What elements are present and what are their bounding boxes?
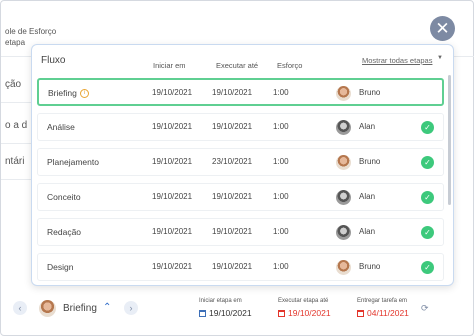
chevron-left-icon[interactable]: ‹ [13, 301, 27, 315]
background-row: ntári [1, 144, 35, 180]
check-circle-icon: ✓ [421, 261, 434, 274]
column-execute: Executar até [216, 61, 259, 70]
column-effort: Esforço [277, 61, 303, 70]
avatar [336, 86, 351, 101]
chevron-right-icon[interactable]: › [124, 301, 138, 315]
stage-execute: 19/10/2021 [212, 192, 253, 201]
refresh-icon[interactable]: ⟳ [421, 303, 429, 314]
stage-user: Alan [359, 122, 376, 131]
stage-row-conceito[interactable]: Conceito 19/10/2021 19/10/2021 1:00 Alan… [37, 183, 444, 211]
check-circle-icon: ✓ [421, 226, 434, 239]
avatar [336, 155, 351, 170]
avatar [336, 190, 351, 205]
stage-start: 19/10/2021 [152, 262, 193, 271]
calendar-icon [199, 310, 206, 317]
stage-effort: 1:00 [273, 227, 289, 236]
scrollbar[interactable] [448, 75, 451, 205]
background-title: ole de Esforço [5, 27, 57, 36]
stage-effort: 1:00 [273, 88, 289, 97]
stage-row-briefing[interactable]: Briefing i 19/10/2021 19/10/2021 1:00 Bru… [37, 78, 444, 106]
deliver-date[interactable]: 04/11/2021 [357, 308, 409, 318]
stage-name: Conceito [47, 192, 81, 202]
stage-start: 19/10/2021 [152, 227, 193, 236]
stage-effort: 1:00 [273, 262, 289, 271]
background-subtitle: etapa [5, 38, 26, 47]
flow-modal: Fluxo Iniciar em Executar até Esforço Mo… [31, 44, 454, 286]
column-start: Iniciar em [153, 61, 186, 70]
stage-user: Bruno [359, 262, 381, 271]
check-circle-icon: ✓ [421, 156, 434, 169]
stage-effort: 1:00 [273, 122, 289, 131]
avatar [39, 300, 56, 317]
stage-row-analise[interactable]: Análise 19/10/2021 19/10/2021 1:00 Alan … [37, 113, 444, 141]
flow-title: Fluxo [41, 55, 66, 66]
stage-row-redacao[interactable]: Redação 19/10/2021 19/10/2021 1:00 Alan … [37, 218, 444, 246]
check-circle-icon: ✓ [421, 121, 434, 134]
stage-start: 19/10/2021 [152, 122, 193, 131]
stage-execute: 19/10/2021 [212, 262, 253, 271]
stage-row-design[interactable]: Design 19/10/2021 19/10/2021 1:00 Bruno … [37, 253, 444, 281]
background-row: o a d [1, 108, 35, 144]
execute-date[interactable]: 19/10/2021 [278, 308, 331, 318]
stage-execute: 19/10/2021 [212, 88, 253, 97]
calendar-icon [278, 310, 285, 317]
stage-name: Design [47, 262, 74, 272]
stage-name: Briefing i [48, 80, 89, 106]
stage-user: Bruno [359, 157, 381, 166]
caret-down-icon[interactable]: ▼ [437, 55, 443, 61]
check-circle-icon: ✓ [421, 191, 434, 204]
stage-name: Redação [47, 227, 82, 237]
stage-name: Planejamento [47, 157, 99, 167]
stage-name: Análise [47, 122, 75, 132]
info-icon[interactable]: i [79, 89, 89, 99]
footer-bar: ‹ Briefing ⌃ › Iniciar etapa em 19/10/20… [0, 288, 474, 336]
avatar [336, 120, 351, 135]
start-label: Iniciar etapa em [199, 298, 242, 304]
stage-user: Alan [359, 227, 376, 236]
stage-execute: 23/10/2021 [212, 157, 253, 166]
calendar-icon [357, 310, 364, 317]
close-button[interactable]: ✕ [430, 16, 455, 41]
stage-user: Alan [359, 192, 376, 201]
avatar [336, 225, 351, 240]
stage-execute: 19/10/2021 [212, 227, 253, 236]
chevron-up-icon[interactable]: ⌃ [103, 302, 111, 313]
show-all-stages-link[interactable]: Mostrar todas etapas [362, 56, 432, 65]
stage-row-planejamento[interactable]: Planejamento 19/10/2021 23/10/2021 1:00 … [37, 148, 444, 176]
close-icon: ✕ [435, 19, 450, 38]
deliver-label: Entregar tarefa em [357, 298, 408, 304]
stage-start: 19/10/2021 [152, 88, 193, 97]
current-stage[interactable]: Briefing [63, 303, 97, 314]
avatar [336, 260, 351, 275]
stage-effort: 1:00 [273, 157, 289, 166]
start-date[interactable]: 19/10/2021 [199, 308, 252, 318]
stage-effort: 1:00 [273, 192, 289, 201]
stage-start: 19/10/2021 [152, 157, 193, 166]
flow-header: Fluxo Iniciar em Executar até Esforço Mo… [32, 45, 453, 75]
stage-start: 19/10/2021 [152, 192, 193, 201]
stage-execute: 19/10/2021 [212, 122, 253, 131]
background-row: ção [1, 67, 35, 103]
execute-label: Executar etapa até [278, 298, 329, 304]
stage-user: Bruno [359, 88, 381, 97]
